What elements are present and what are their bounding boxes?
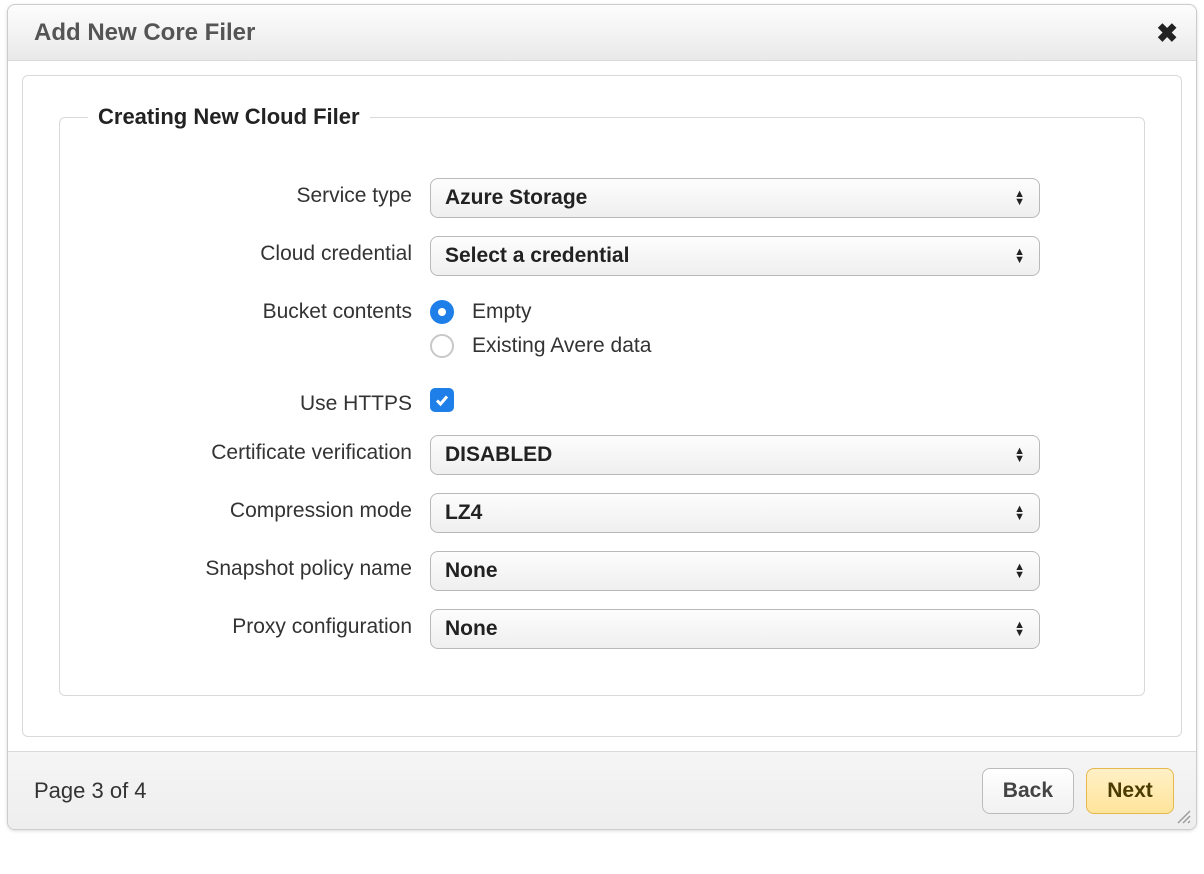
service-type-value: Azure Storage bbox=[445, 186, 587, 210]
updown-icon bbox=[1014, 563, 1025, 579]
service-type-label: Service type bbox=[70, 178, 430, 209]
bucket-existing-label: Existing Avere data bbox=[472, 334, 651, 358]
snapshot-policy-select[interactable]: None bbox=[430, 551, 1040, 591]
back-button[interactable]: Back bbox=[982, 768, 1074, 814]
proxy-config-select[interactable]: None bbox=[430, 609, 1040, 649]
bucket-contents-label: Bucket contents bbox=[70, 294, 430, 325]
cloud-filer-fieldset: Creating New Cloud Filer Service type Az… bbox=[59, 104, 1145, 696]
compression-mode-label: Compression mode bbox=[70, 493, 430, 524]
snapshot-policy-label: Snapshot policy name bbox=[70, 551, 430, 582]
bucket-empty-label: Empty bbox=[472, 300, 532, 324]
close-icon[interactable]: ✖ bbox=[1156, 20, 1178, 46]
proxy-config-label: Proxy configuration bbox=[70, 609, 430, 640]
bucket-existing-radio[interactable] bbox=[430, 334, 454, 358]
cert-verification-select[interactable]: DISABLED bbox=[430, 435, 1040, 475]
compression-mode-select[interactable]: LZ4 bbox=[430, 493, 1040, 533]
fieldset-legend: Creating New Cloud Filer bbox=[88, 104, 370, 130]
resize-grip-icon bbox=[1176, 809, 1192, 825]
next-button[interactable]: Next bbox=[1086, 768, 1174, 814]
service-type-select[interactable]: Azure Storage bbox=[430, 178, 1040, 218]
updown-icon bbox=[1014, 505, 1025, 521]
updown-icon bbox=[1014, 248, 1025, 264]
dialog-title: Add New Core Filer bbox=[34, 19, 255, 47]
use-https-label: Use HTTPS bbox=[70, 386, 430, 417]
check-icon bbox=[434, 392, 450, 408]
use-https-checkbox[interactable] bbox=[430, 388, 454, 412]
snapshot-policy-value: None bbox=[445, 559, 498, 583]
cloud-credential-value: Select a credential bbox=[445, 244, 629, 268]
cloud-credential-select[interactable]: Select a credential bbox=[430, 236, 1040, 276]
updown-icon bbox=[1014, 621, 1025, 637]
dialog-footer: Page 3 of 4 Back Next bbox=[8, 751, 1196, 829]
cert-verification-value: DISABLED bbox=[445, 443, 552, 467]
add-core-filer-dialog: Add New Core Filer ✖ Creating New Cloud … bbox=[7, 4, 1197, 830]
page-indicator: Page 3 of 4 bbox=[34, 778, 147, 804]
cert-verification-label: Certificate verification bbox=[70, 435, 430, 466]
updown-icon bbox=[1014, 447, 1025, 463]
bucket-empty-radio[interactable] bbox=[430, 300, 454, 324]
updown-icon bbox=[1014, 190, 1025, 206]
dialog-content: Creating New Cloud Filer Service type Az… bbox=[8, 61, 1196, 751]
proxy-config-value: None bbox=[445, 617, 498, 641]
dialog-titlebar: Add New Core Filer ✖ bbox=[8, 5, 1196, 61]
inner-panel: Creating New Cloud Filer Service type Az… bbox=[22, 75, 1182, 737]
cloud-credential-label: Cloud credential bbox=[70, 236, 430, 267]
compression-mode-value: LZ4 bbox=[445, 501, 482, 525]
